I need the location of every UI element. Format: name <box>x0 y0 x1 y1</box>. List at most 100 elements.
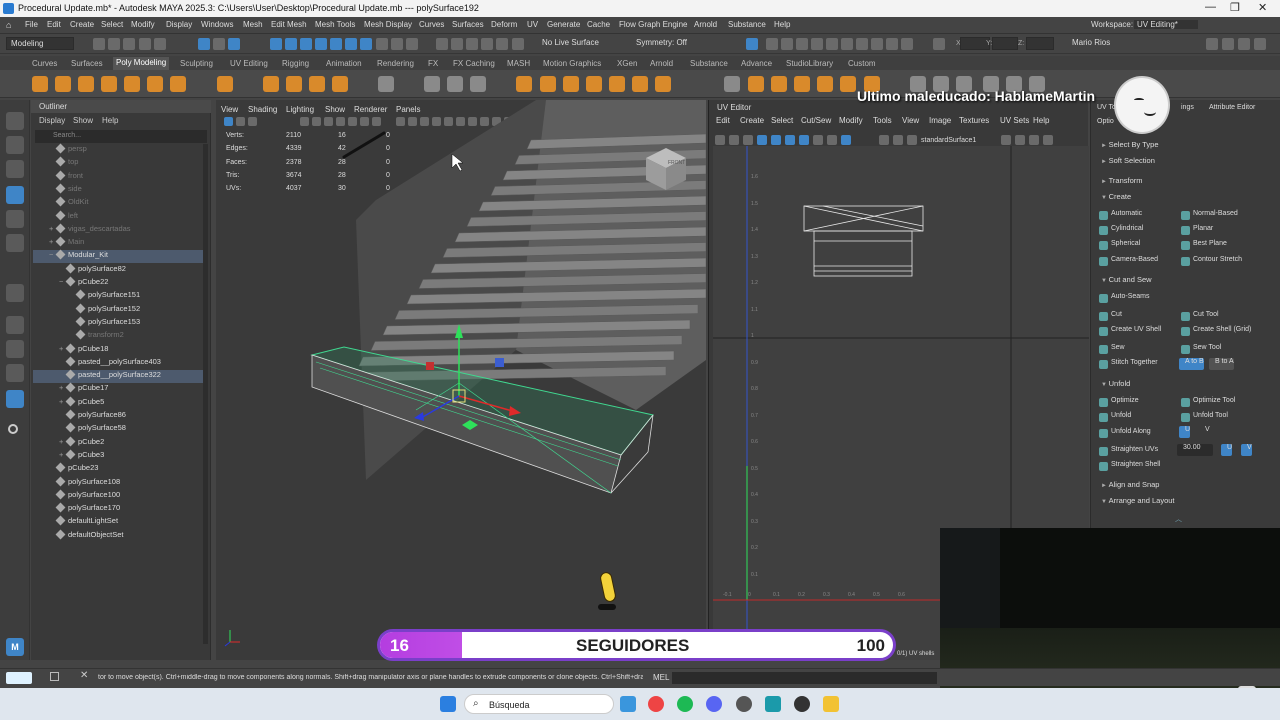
camera-based-button[interactable]: Camera-Based <box>1097 256 1158 268</box>
cylindrical-button[interactable]: Cylindrical <box>1097 225 1143 237</box>
unfold-along-u-button[interactable]: U <box>1179 426 1191 438</box>
super-shape-icon[interactable] <box>263 76 279 92</box>
arrange-and-layout-section[interactable]: Arrange and Layout <box>1101 496 1175 505</box>
shelf-tab-rendering[interactable]: Rendering <box>377 59 414 68</box>
menu-mesh[interactable]: Mesh <box>243 20 263 29</box>
grid-icon[interactable] <box>378 76 394 92</box>
outliner-item[interactable]: polySurface151 <box>33 289 203 303</box>
outliner-item[interactable]: side <box>33 183 203 197</box>
tool-settings-icon[interactable] <box>1238 38 1250 50</box>
outliner-search-input[interactable]: Search... <box>35 130 207 143</box>
menu-modify[interactable]: Modify <box>131 20 155 29</box>
uv-toolbar-icon[interactable] <box>785 135 795 145</box>
poly-plane-icon[interactable] <box>147 76 163 92</box>
highlight-icon[interactable] <box>406 38 418 50</box>
select-object-icon[interactable] <box>213 38 225 50</box>
collapse-arrow-icon[interactable]: ︿ <box>1175 514 1182 524</box>
create-section[interactable]: Create <box>1101 192 1132 201</box>
outliner-item[interactable]: polySurface152 <box>33 303 203 317</box>
poly-cylinder-icon[interactable] <box>78 76 94 92</box>
render-settings-icon[interactable] <box>796 38 808 50</box>
sew-tool-button[interactable]: Sew Tool <box>1179 344 1221 356</box>
uv-menu-select[interactable]: Select <box>771 116 793 125</box>
snap-surface-icon[interactable] <box>496 38 508 50</box>
uv-menu-textures[interactable]: Textures <box>959 116 989 125</box>
outliner-item[interactable]: + pCube3 <box>33 449 203 463</box>
select-component-icon[interactable] <box>228 38 240 50</box>
outliner-menu-show[interactable]: Show <box>73 116 93 125</box>
user-account[interactable]: Mario Rios <box>1068 37 1148 50</box>
snap-curve-icon[interactable] <box>451 38 463 50</box>
a-to-b-button[interactable]: A to B <box>1179 358 1204 370</box>
z-coordinate-field[interactable] <box>1026 37 1054 50</box>
uv-toolbar-icon[interactable] <box>1043 135 1053 145</box>
symmetry-field[interactable]: Symmetry: Off <box>632 37 710 50</box>
y-coordinate-field[interactable] <box>992 37 1018 50</box>
arnold-light-icon[interactable] <box>871 38 883 50</box>
menu-flow-graph-engine[interactable]: Flow Graph Engine <box>619 20 687 29</box>
menu-select[interactable]: Select <box>101 20 123 29</box>
uv-shell[interactable] <box>803 205 924 277</box>
channel-box-icon[interactable] <box>1254 38 1266 50</box>
bevel-icon[interactable] <box>586 76 602 92</box>
unfold-section[interactable]: Unfold <box>1101 379 1131 388</box>
pause-icon[interactable] <box>901 38 913 50</box>
menu-surfaces[interactable]: Surfaces <box>452 20 484 29</box>
mask-face-icon[interactable] <box>300 38 312 50</box>
create-uv-shell-button[interactable]: Create UV Shell <box>1097 326 1161 338</box>
separate-icon[interactable] <box>447 76 463 92</box>
outliner-item[interactable]: + pCube5 <box>33 396 203 410</box>
uv-menu-create[interactable]: Create <box>740 116 764 125</box>
select-tool-icon[interactable] <box>6 112 24 130</box>
outliner-item[interactable]: polySurface58 <box>33 422 203 436</box>
search-icon[interactable] <box>6 422 24 440</box>
modeling-toolkit-icon[interactable] <box>1206 38 1218 50</box>
home-icon[interactable]: ⌂ <box>6 20 11 30</box>
outliner-item[interactable]: polySurface108 <box>33 476 203 490</box>
shelf-tab-poly-modeling[interactable]: Poly Modeling <box>113 57 170 70</box>
shelf-tab-xgen[interactable]: XGen <box>617 59 637 68</box>
shelf-tab-motion-graphics[interactable]: Motion Graphics <box>543 59 601 68</box>
snap-view-icon[interactable] <box>512 38 524 50</box>
quad-draw-icon[interactable] <box>794 76 810 92</box>
lock-icon[interactable] <box>391 38 403 50</box>
uv-menu-image[interactable]: Image <box>929 116 951 125</box>
shelf-tab-rigging[interactable]: Rigging <box>282 59 309 68</box>
outliner-item[interactable]: − pCube22 <box>33 276 203 290</box>
outliner-item[interactable]: + pCube17 <box>33 382 203 396</box>
menu-create[interactable]: Create <box>70 20 94 29</box>
outliner-item[interactable]: − Modular_Kit <box>33 249 203 264</box>
uv-toolbar-icon[interactable] <box>729 135 739 145</box>
arnold-render-icon[interactable] <box>841 38 853 50</box>
file-explorer-icon[interactable] <box>823 696 839 712</box>
ipr-icon[interactable] <box>781 38 793 50</box>
outliner-scrollbar[interactable] <box>203 144 208 644</box>
live-surface-field[interactable]: No Live Surface <box>538 37 616 50</box>
shelf-tab-fx-caching[interactable]: FX Caching <box>453 59 495 68</box>
menu-file[interactable]: File <box>25 20 38 29</box>
uv-toolbar-icon[interactable] <box>827 135 837 145</box>
maya-taskbar-icon[interactable] <box>765 696 781 712</box>
shelf-tab-studiolibrary[interactable]: StudioLibrary <box>786 59 833 68</box>
arnold-ipr-icon[interactable] <box>856 38 868 50</box>
shelf-tab-substance[interactable]: Substance <box>690 59 728 68</box>
play-icon[interactable] <box>886 38 898 50</box>
outliner-item[interactable]: pasted__polySurface403 <box>33 356 203 370</box>
workspace-select[interactable]: UV Editing* <box>1134 20 1198 29</box>
align-and-snap-section[interactable]: Align and Snap <box>1101 480 1160 489</box>
menu-mesh-display[interactable]: Mesh Display <box>364 20 412 29</box>
move-tool-icon[interactable] <box>6 186 24 204</box>
text-tool-icon[interactable] <box>309 76 325 92</box>
four-pane-icon[interactable] <box>6 340 24 358</box>
uv-toolbar-icon[interactable] <box>743 135 753 145</box>
create-shell-grid-button[interactable]: Create Shell (Grid) <box>1179 326 1251 338</box>
straighten-shell-button[interactable]: Straighten Shell <box>1097 461 1160 473</box>
transform-section[interactable]: Transform <box>1101 176 1143 185</box>
mask-vertex-icon[interactable] <box>270 38 282 50</box>
stitch-together-button[interactable]: Stitch Together <box>1097 359 1158 371</box>
shelf-tab-curves[interactable]: Curves <box>32 59 57 68</box>
uv-menu-cut-sew[interactable]: Cut/Sew <box>801 116 831 125</box>
menu-substance[interactable]: Substance <box>728 20 766 29</box>
uv-toolbar-icon[interactable] <box>813 135 823 145</box>
shelf-tab-animation[interactable]: Animation <box>326 59 362 68</box>
